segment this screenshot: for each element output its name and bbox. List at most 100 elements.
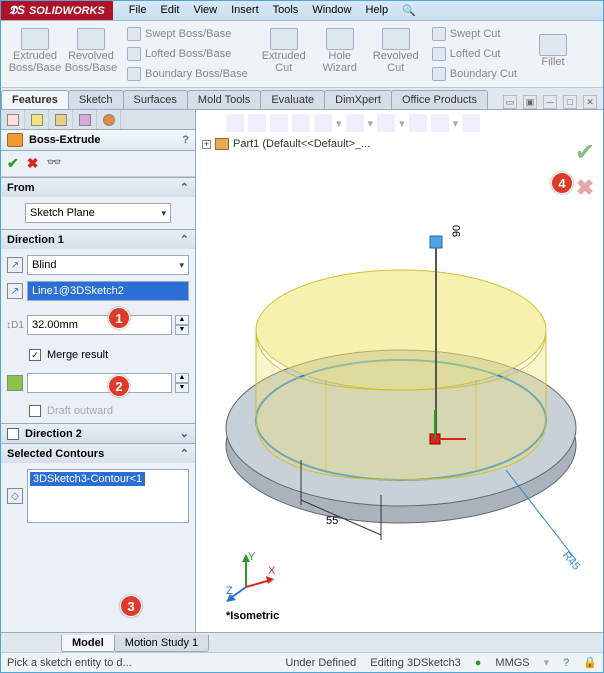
swept-boss-button[interactable]: Swept Boss/Base: [127, 25, 248, 43]
revolved-cut-button[interactable]: Revolved Cut: [368, 25, 424, 77]
lofted-boss-button[interactable]: Lofted Boss/Base: [127, 45, 248, 63]
extruded-cut-button[interactable]: Extruded Cut: [256, 25, 312, 77]
revolved-boss-button[interactable]: Revolved Boss/Base: [63, 25, 119, 77]
depth-spinner[interactable]: ▲▼: [175, 315, 189, 335]
swept-cut-button[interactable]: Swept Cut: [432, 25, 517, 43]
lofted-cut-button[interactable]: Lofted Cut: [432, 45, 517, 63]
tab-surfaces[interactable]: Surfaces: [123, 90, 188, 109]
hide-show-icon[interactable]: [377, 114, 395, 132]
status-help-icon[interactable]: ?: [563, 657, 569, 669]
reverse-direction-button[interactable]: ↗: [7, 257, 23, 273]
scene-icon[interactable]: [431, 114, 449, 132]
chevron-down-icon: ⌄: [180, 427, 189, 440]
status-lock-icon[interactable]: 🔒: [583, 656, 597, 669]
from-plane-select[interactable]: Sketch Plane▾: [25, 203, 171, 223]
fillet-button[interactable]: Fillet: [525, 25, 581, 77]
status-rebuild-icon[interactable]: ●: [475, 657, 482, 669]
tab-office[interactable]: Office Products: [391, 90, 488, 109]
dimension-90[interactable]: 90: [451, 225, 463, 237]
menu-edit[interactable]: Edit: [154, 2, 185, 19]
part-icon: [215, 138, 229, 150]
menu-file[interactable]: File: [123, 2, 153, 19]
boundary-boss-button[interactable]: Boundary Boss/Base: [127, 65, 248, 83]
appearance-icon[interactable]: [409, 114, 427, 132]
contour-item[interactable]: 3DSketch3-Contour<1: [30, 472, 145, 486]
property-tab[interactable]: [25, 110, 49, 129]
tab-sketch[interactable]: Sketch: [68, 90, 124, 109]
chevron-up-icon: ⌃: [180, 233, 189, 246]
doc-minimize-icon[interactable]: －: [543, 95, 557, 109]
dimension-55[interactable]: 55: [326, 515, 338, 527]
help-icon[interactable]: ?: [182, 134, 189, 146]
flyout-tree[interactable]: + Part1 (Default<<Default>_...: [202, 138, 370, 150]
tab-mold[interactable]: Mold Tools: [187, 90, 261, 109]
direction1-header[interactable]: Direction 1⌃: [1, 230, 195, 249]
view-orient-icon[interactable]: [314, 114, 332, 132]
feature-header: Boss-Extrude ?: [1, 130, 195, 151]
cancel-button[interactable]: ✖: [27, 155, 39, 172]
revolve-icon: [77, 28, 105, 50]
prev-view-icon[interactable]: [270, 114, 288, 132]
direction2-checkbox[interactable]: [7, 428, 19, 440]
menu-tools[interactable]: Tools: [267, 2, 305, 19]
section-view-icon[interactable]: [292, 114, 310, 132]
chevron-up-icon: ⌃: [180, 181, 189, 194]
menu-view[interactable]: View: [187, 2, 223, 19]
draft-spinner[interactable]: ▲▼: [175, 373, 189, 393]
draft-button[interactable]: [7, 375, 23, 391]
menu-insert[interactable]: Insert: [225, 2, 265, 19]
draft-angle-input[interactable]: [27, 373, 172, 393]
annotation-4: 4: [551, 172, 573, 194]
confirm-ok-button[interactable]: ✔: [575, 138, 595, 167]
extruded-boss-button[interactable]: Extruded Boss/Base: [7, 25, 63, 77]
draft-outward-checkbox[interactable]: Draft outward: [29, 405, 189, 417]
display-style-icon[interactable]: [346, 114, 364, 132]
menu-window[interactable]: Window: [306, 2, 357, 19]
tab-dimxpert[interactable]: DimXpert: [324, 90, 392, 109]
depth-input[interactable]: 32.00mm: [27, 315, 172, 335]
menu-bar: File Edit View Insert Tools Window Help …: [113, 2, 422, 19]
command-tabs: Features Sketch Surfaces Mold Tools Eval…: [1, 88, 603, 110]
direction-vector-field[interactable]: Line1@3DSketch2: [27, 281, 189, 301]
boundary-icon: [127, 67, 141, 81]
doc-tile-icon[interactable]: ▣: [523, 95, 537, 109]
model-tab[interactable]: Model: [61, 635, 115, 652]
dimxpert-tab[interactable]: [73, 110, 97, 129]
direction2-header[interactable]: Direction 2⌄: [1, 424, 195, 443]
contours-listbox[interactable]: 3DSketch3-Contour<1: [27, 469, 189, 523]
selected-contours-header[interactable]: Selected Contours⌃: [1, 444, 195, 463]
loft-icon: [127, 47, 141, 61]
spinner-up-icon[interactable]: ▲: [175, 315, 189, 325]
zoom-fit-icon[interactable]: [226, 114, 244, 132]
doc-close-icon[interactable]: ✕: [583, 95, 597, 109]
menu-search-icon[interactable]: 🔍: [396, 2, 422, 19]
tree-expand-icon[interactable]: +: [202, 140, 211, 149]
tab-evaluate[interactable]: Evaluate: [260, 90, 325, 109]
direction-vector-button[interactable]: ↗: [7, 283, 23, 299]
spinner-down-icon[interactable]: ▼: [175, 325, 189, 335]
hole-wizard-button[interactable]: Hole Wizard: [312, 25, 368, 77]
menu-help[interactable]: Help: [359, 2, 394, 19]
doc-list-icon[interactable]: ▭: [503, 95, 517, 109]
motion-study-tab[interactable]: Motion Study 1: [114, 635, 209, 652]
contour-icon: ◇: [7, 488, 23, 504]
merge-result-checkbox[interactable]: ✓Merge result: [29, 349, 189, 361]
end-condition-select[interactable]: Blind▾: [27, 255, 189, 275]
app-logo: 𝕯S SOLIDWORKS: [1, 1, 113, 20]
detailed-preview-button[interactable]: 👓: [46, 155, 61, 172]
render-tab[interactable]: [97, 110, 121, 129]
zoom-area-icon[interactable]: [248, 114, 266, 132]
doc-maximize-icon[interactable]: □: [563, 95, 577, 109]
view-settings-icon[interactable]: [462, 114, 480, 132]
tab-features[interactable]: Features: [1, 90, 69, 109]
feature-tree-tab[interactable]: [1, 110, 25, 129]
boundary-cut-button[interactable]: Boundary Cut: [432, 65, 517, 83]
status-units[interactable]: MMGS: [495, 657, 529, 669]
annotation-2: 2: [108, 375, 130, 397]
config-tab[interactable]: [49, 110, 73, 129]
feature-title: Boss-Extrude: [29, 134, 101, 146]
view-label: *Isometric: [226, 610, 279, 622]
ok-button[interactable]: ✔: [7, 155, 19, 172]
from-header[interactable]: From⌃: [1, 178, 195, 197]
graphics-area[interactable]: ▾ ▾ ▾ ▾ + Part1 (Default<<Default>_... ✔…: [196, 110, 603, 632]
